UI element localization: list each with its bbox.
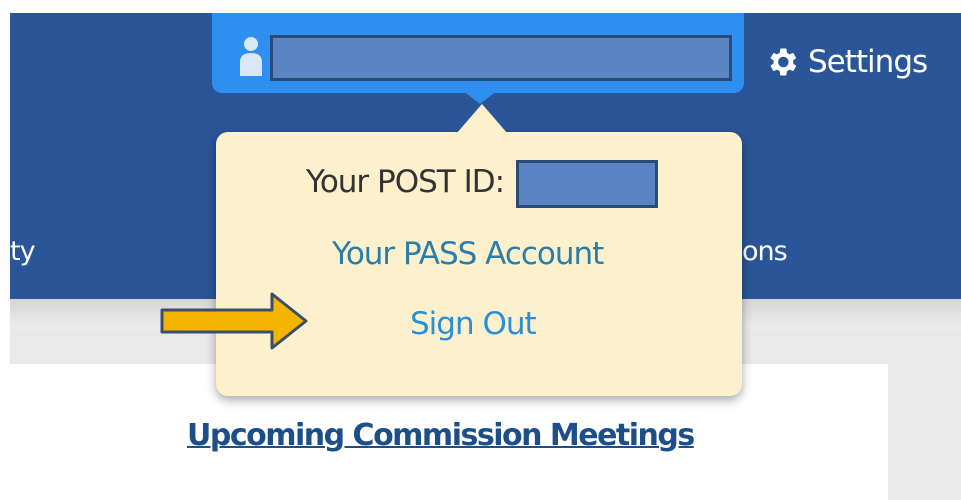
nav-item-partial-right[interactable]: ons [742, 236, 788, 267]
user-icon [240, 37, 262, 76]
settings-label: Settings [808, 44, 928, 80]
redacted-username [270, 35, 732, 81]
arrow-right-icon [160, 292, 308, 350]
settings-button[interactable]: Settings [764, 44, 928, 80]
gear-icon [770, 48, 797, 76]
upcoming-meetings-title[interactable]: Upcoming Commission Meetings [187, 418, 695, 453]
sign-out-link[interactable]: Sign Out [410, 306, 537, 342]
left-margin [0, 0, 10, 500]
top-strip [0, 0, 961, 13]
redacted-post-id [516, 160, 658, 208]
pass-account-link[interactable]: Your PASS Account [332, 236, 604, 272]
popup-caret [456, 104, 508, 134]
user-bar-pointer [462, 90, 498, 104]
post-id-label: Your POST ID: [306, 164, 505, 200]
nav-item-partial-left[interactable]: ty [10, 236, 36, 267]
